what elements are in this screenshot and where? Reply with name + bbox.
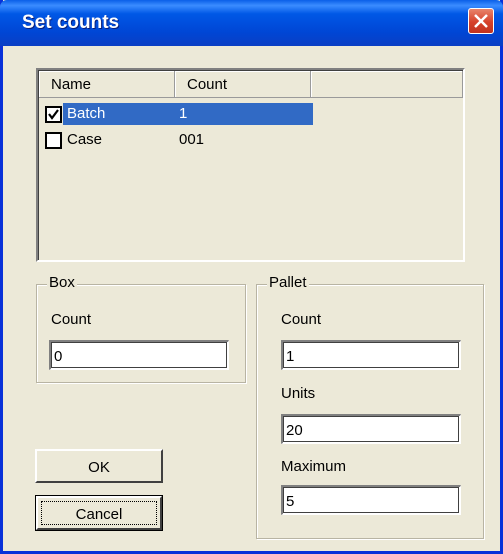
pallet-count-field[interactable] [281,340,461,370]
pallet-group: Pallet Count Units Maximum [256,274,484,539]
close-icon [474,14,488,28]
title-bar[interactable]: Set counts [0,0,503,46]
list-row-batch[interactable]: Batch 1 [39,103,313,127]
box-count-label: Count [51,311,92,328]
pallet-maximum-input[interactable] [286,490,446,512]
ok-button-label: OK [88,459,110,476]
row-name: Case [67,131,103,148]
row-count: 1 [179,105,188,122]
pallet-units-input[interactable] [286,419,446,441]
column-header-filler [311,71,463,98]
pallet-maximum-label: Maximum [281,458,347,475]
box-count-input[interactable] [54,345,214,367]
pallet-units-label: Units [281,385,316,402]
batch-checkbox[interactable] [45,106,62,123]
box-group: Box Count [36,274,246,383]
cancel-button-label: Cancel [75,506,123,523]
pallet-group-title: Pallet [267,274,309,291]
window-title: Set counts [22,12,120,33]
pallet-count-input[interactable] [286,345,446,367]
row-name: Batch [63,103,110,125]
list-header: Name Count [39,71,463,98]
column-header-count[interactable]: Count [175,71,311,98]
counts-list[interactable]: Name Count Batch 1 Case 001 [36,68,465,262]
pallet-units-field[interactable] [281,414,461,444]
column-header-name[interactable]: Name [39,71,175,98]
row-count: 001 [179,131,205,148]
box-group-title: Box [47,274,77,291]
case-checkbox[interactable] [45,132,62,149]
set-counts-dialog: Set counts Name Count Batch 1 Case 001 B… [0,0,503,554]
pallet-count-label: Count [281,311,322,328]
ok-button[interactable]: OK [35,449,163,483]
list-row-case[interactable]: Case 001 [39,129,311,153]
box-count-field[interactable] [49,340,229,370]
cancel-button[interactable]: Cancel [35,495,163,531]
close-button[interactable] [468,8,494,34]
pallet-maximum-field[interactable] [281,485,461,515]
checkmark-icon [48,109,59,120]
